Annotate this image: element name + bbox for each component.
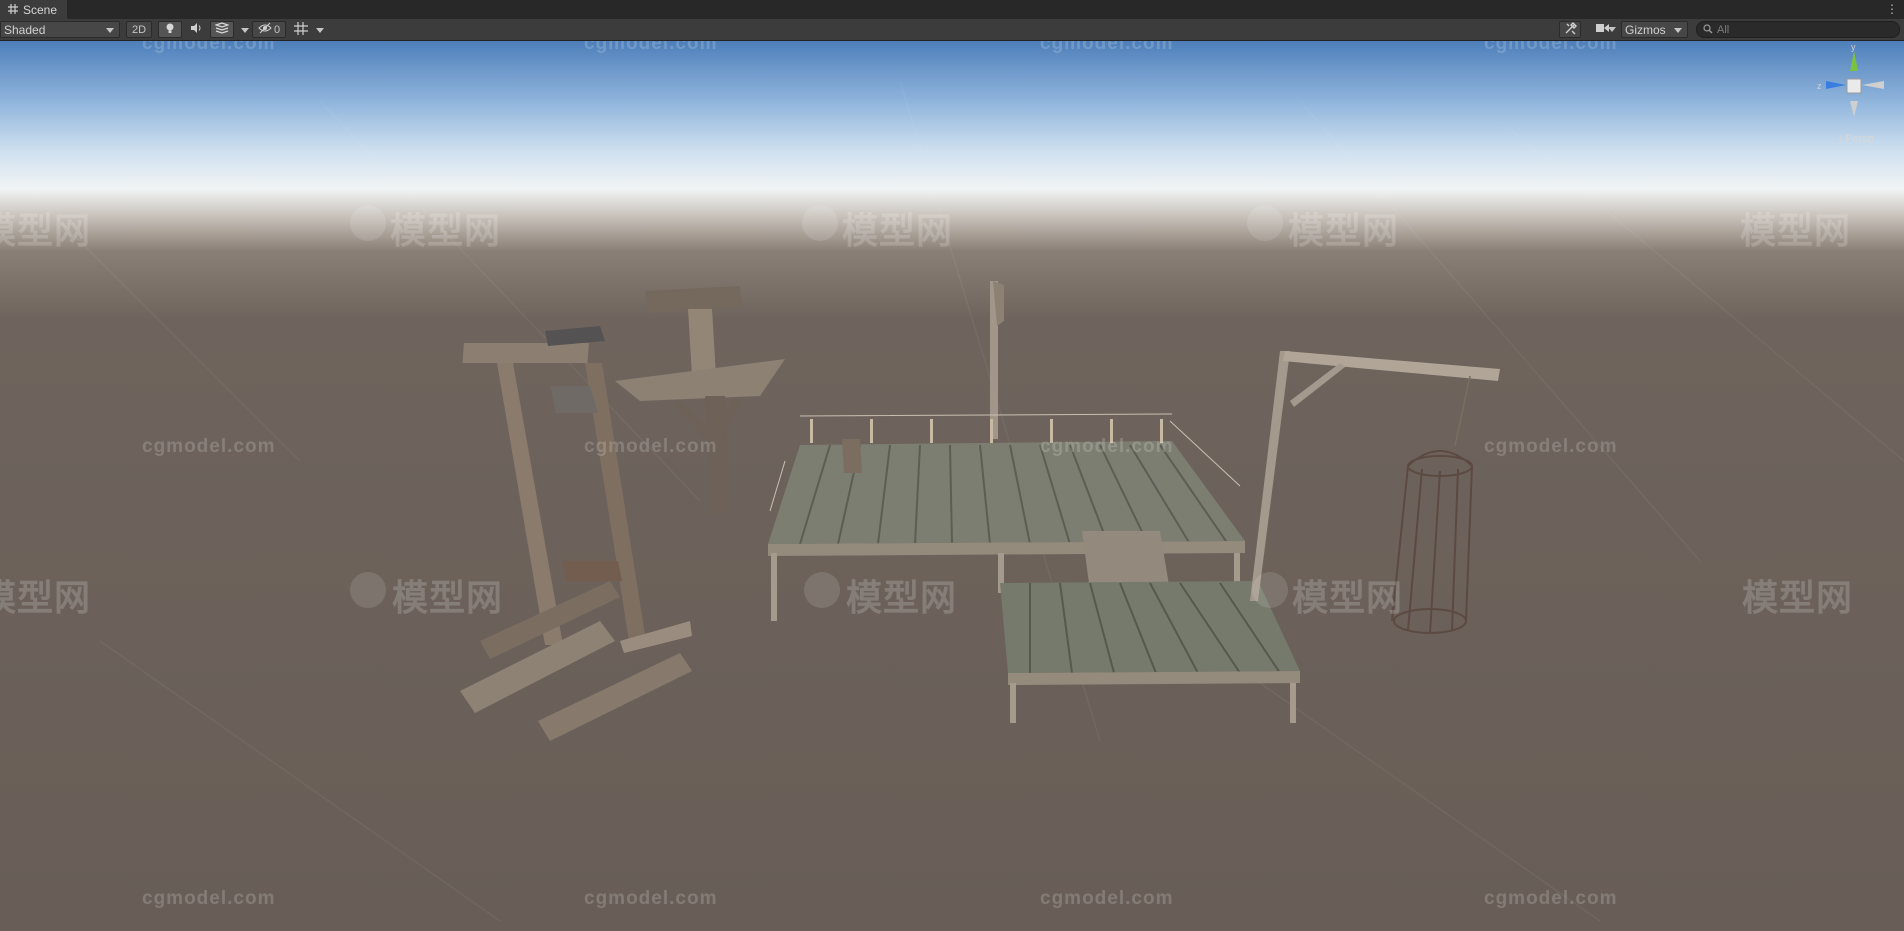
scene-3d-render bbox=[0, 80, 1904, 922]
draw-mode-dropdown[interactable]: Shaded bbox=[0, 21, 120, 38]
grid-dropdown-chevron-icon[interactable] bbox=[316, 28, 324, 33]
effects-dropdown-chevron-icon[interactable] bbox=[241, 28, 249, 33]
visibility-icon bbox=[258, 22, 272, 37]
y-axis-label: y bbox=[1851, 42, 1856, 52]
grid-snap-icon bbox=[294, 21, 308, 38]
2d-toggle-label: 2D bbox=[131, 23, 147, 36]
tools-icon bbox=[1564, 21, 1577, 38]
gizmos-label: Gizmos bbox=[1625, 22, 1666, 37]
chevron-down-icon bbox=[1674, 28, 1682, 33]
scene-grid-icon bbox=[8, 3, 18, 17]
platform-large-model bbox=[768, 281, 1245, 621]
camera-projection-label[interactable]: ‹ Persp bbox=[1839, 133, 1874, 145]
effects-icon bbox=[214, 22, 230, 37]
z-axis-label: z bbox=[1817, 81, 1822, 91]
scene-tab[interactable]: Scene bbox=[0, 0, 68, 19]
search-input[interactable] bbox=[1717, 23, 1887, 36]
gizmos-dropdown[interactable]: Gizmos bbox=[1621, 21, 1688, 38]
kebab-menu-icon[interactable]: ⋮ bbox=[1886, 2, 1898, 16]
lighting-icon bbox=[164, 22, 176, 37]
audio-icon bbox=[190, 22, 202, 37]
pillory-model bbox=[615, 286, 785, 515]
2d-toggle-button[interactable]: 2D bbox=[126, 21, 152, 38]
draw-mode-value: Shaded bbox=[4, 22, 46, 37]
camera-chevron-icon bbox=[1608, 27, 1616, 32]
axis-gizmo-icon: y z bbox=[1817, 42, 1884, 117]
camera-settings-button[interactable] bbox=[1586, 21, 1618, 38]
tools-button[interactable] bbox=[1559, 21, 1581, 38]
audio-toggle-button[interactable] bbox=[186, 21, 206, 38]
window-tab-bar: Scene ⋮ bbox=[0, 0, 1904, 19]
scene-viewport[interactable]: cgmodel.com cgmodel.com cgmodel.com cgmo… bbox=[0, 41, 1904, 931]
search-icon bbox=[1703, 23, 1713, 37]
scene-visibility-button[interactable]: 0 bbox=[252, 21, 286, 38]
camera-icon bbox=[1595, 23, 1609, 36]
grid-snap-button[interactable] bbox=[290, 21, 312, 38]
scene-tab-label: Scene bbox=[23, 2, 58, 17]
scene-toolbar: Shaded 2D 0 Gizmos All bbox=[0, 19, 1904, 41]
chevron-down-icon bbox=[106, 28, 114, 33]
lighting-toggle-button[interactable] bbox=[158, 21, 182, 38]
effects-toggle-button[interactable] bbox=[210, 21, 234, 38]
scene-search[interactable] bbox=[1696, 21, 1900, 38]
hidden-count: 0 bbox=[273, 23, 281, 36]
